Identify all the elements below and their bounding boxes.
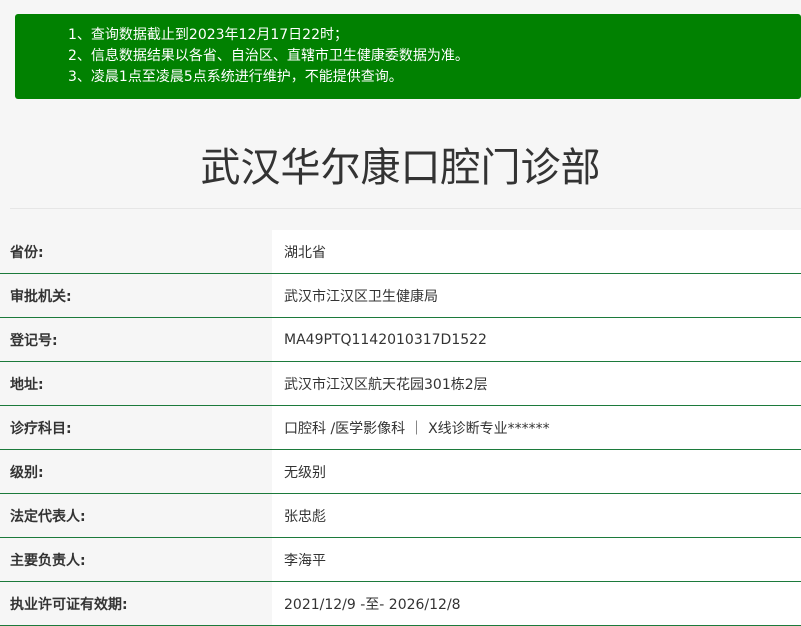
detail-row-legal-representative: 法定代表人: 张忠彪 — [0, 494, 801, 538]
notice-banner: 1、查询数据截止到2023年12月17日22时； 2、信息数据结果以各省、自治区… — [15, 14, 801, 99]
detail-label: 诊疗科目: — [0, 406, 272, 449]
detail-label: 省份: — [0, 230, 272, 273]
page-title: 武汉华尔康口腔门诊部 — [200, 145, 601, 191]
detail-value: 武汉市江汉区卫生健康局 — [272, 274, 801, 317]
detail-label: 法定代表人: — [0, 494, 272, 537]
details-table: 省份: 湖北省 审批机关: 武汉市江汉区卫生健康局 登记号: MA49PTQ11… — [0, 230, 801, 626]
notice-line: 1、查询数据截止到2023年12月17日22时； — [68, 27, 348, 43]
detail-value: 武汉市江汉区航天花园301栋2层 — [272, 362, 801, 405]
detail-value: 李海平 — [272, 538, 801, 581]
detail-row-approval-authority: 审批机关: 武汉市江汉区卫生健康局 — [0, 274, 801, 318]
detail-label: 登记号: — [0, 318, 272, 361]
notice-line: 3、凌晨1点至凌晨5点系统进行维护，不能提供查询。 — [68, 69, 403, 85]
detail-label: 审批机关: — [0, 274, 272, 317]
detail-row-address: 地址: 武汉市江汉区航天花园301栋2层 — [0, 362, 801, 406]
detail-value: 口腔科 /医学影像科 ｜ X线诊断专业****** — [272, 406, 801, 449]
notice-line: 2、信息数据结果以各省、自治区、直辖市卫生健康委数据为准。 — [68, 48, 469, 64]
detail-row-level: 级别: 无级别 — [0, 450, 801, 494]
detail-value: 湖北省 — [272, 230, 801, 273]
detail-row-principal: 主要负责人: 李海平 — [0, 538, 801, 582]
detail-label: 地址: — [0, 362, 272, 405]
detail-row-registration-number: 登记号: MA49PTQ1142010317D1522 — [0, 318, 801, 362]
detail-label: 级别: — [0, 450, 272, 493]
detail-value: 无级别 — [272, 450, 801, 493]
detail-row-province: 省份: 湖北省 — [0, 230, 801, 274]
detail-value: 张忠彪 — [272, 494, 801, 537]
divider — [10, 208, 801, 209]
detail-row-departments: 诊疗科目: 口腔科 /医学影像科 ｜ X线诊断专业****** — [0, 406, 801, 450]
detail-row-license-validity: 执业许可证有效期: 2021/12/9 -至- 2026/12/8 — [0, 582, 801, 626]
detail-value: MA49PTQ1142010317D1522 — [272, 318, 801, 361]
detail-label: 主要负责人: — [0, 538, 272, 581]
